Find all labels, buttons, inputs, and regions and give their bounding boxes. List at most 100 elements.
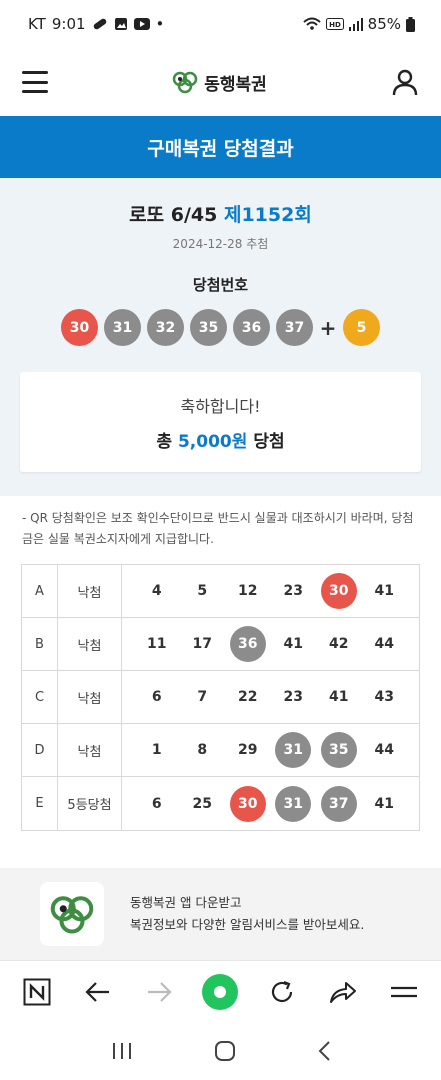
svg-text:HD: HD — [329, 21, 341, 29]
promo-line-1: 동행복권 앱 다운받고 — [130, 895, 242, 910]
user-icon[interactable] — [391, 68, 419, 96]
carrier-label: KT — [28, 15, 46, 33]
winning-numbers-label: 당첨번호 — [192, 276, 249, 294]
winning-ball: 32 — [147, 309, 184, 346]
signal-icon — [348, 18, 363, 31]
hamburger-icon[interactable] — [22, 71, 48, 93]
battery-icon — [406, 16, 415, 32]
total-suffix: 당첨 — [253, 431, 285, 452]
matched-number: 30 — [229, 785, 266, 822]
total-prize: 총 5,000원 당첨 — [156, 427, 284, 452]
ticket-number: 41 — [374, 795, 394, 812]
ticket-number: 44 — [374, 742, 394, 758]
draw-result-section: 로또 6/45 제1152회 2024-12-28 추첨 당첨번호 30 31 32… — [0, 178, 441, 496]
hd-icon: HD — [325, 18, 344, 30]
ticket-result: 낙첨 — [58, 565, 122, 617]
share-icon[interactable] — [323, 972, 363, 1012]
ticket-numbers: 6 25 30 31 37 41 — [122, 777, 419, 830]
matched-number: 37 — [320, 785, 357, 822]
ticket-number: 25 — [192, 795, 212, 812]
menu-lines-icon[interactable] — [384, 972, 424, 1012]
clover-logo-icon — [172, 71, 198, 94]
matched-number: 31 — [275, 732, 312, 768]
page-title: 구매복권 당첨결과 — [0, 116, 441, 178]
arrow-left-icon[interactable] — [78, 972, 118, 1012]
winning-ball: 31 — [104, 309, 141, 346]
ticket-result: 낙첨 — [58, 671, 122, 723]
ticket-number: 23 — [283, 689, 303, 705]
ticket-number: 29 — [238, 742, 258, 758]
back-icon[interactable] — [317, 1040, 331, 1062]
green-dot-icon[interactable] — [200, 972, 240, 1012]
ticket-number: 41 — [329, 689, 349, 705]
winning-ball: 37 — [276, 309, 313, 346]
naver-n-icon[interactable] — [17, 972, 57, 1012]
promo-text: 동행복권 앱 다운받고 복권정보와 다양한 알림서비스를 받아보세요. — [130, 892, 364, 936]
matched-number: 35 — [320, 732, 357, 768]
ticket-row: B 낙첨 11 17 36 41 42 44 — [22, 618, 419, 671]
ticket-number: 8 — [197, 742, 208, 758]
game-name: 로또 6/45 — [129, 204, 218, 226]
notification-dot: • — [155, 15, 165, 33]
system-nav-bar — [0, 1022, 441, 1080]
ticket-table: A 낙첨 4 5 12 23 30 41 B 낙첨 11 17 36 41 42 44 C 낙첨 6 7 22 23 41 4… — [21, 564, 420, 831]
qr-notice: - QR 당첨확인은 보조 확인수단이므로 반드시 실물과 대조하시기 바라며,… — [22, 511, 414, 546]
status-bar: KT 9:01 • HD 85% — [0, 0, 441, 48]
youtube-icon — [133, 18, 150, 30]
ticket-numbers: 1 8 29 31 35 44 — [122, 724, 419, 776]
winning-balls: 30 31 32 35 36 37 +5 — [20, 309, 421, 346]
ticket-number: 22 — [238, 689, 258, 705]
recent-apps-icon[interactable] — [111, 1041, 133, 1061]
clock: 9:01 — [51, 15, 86, 33]
ticket-game-label: C — [22, 671, 58, 723]
home-icon[interactable] — [214, 1040, 236, 1062]
gallery-icon — [114, 18, 127, 30]
ticket-result: 낙첨 — [58, 724, 122, 776]
plus-sign: + — [319, 315, 337, 340]
ticket-row: A 낙첨 4 5 12 23 30 41 — [22, 565, 419, 618]
draw-date: 2024-12-28 추첨 — [172, 237, 269, 251]
ticket-number: 42 — [329, 636, 349, 652]
status-right: HD 85% — [302, 15, 415, 33]
brand-name: 동행복권 — [204, 74, 267, 95]
ticket-number: 41 — [283, 636, 303, 652]
winning-ball: 30 — [61, 309, 98, 346]
ticket-numbers: 4 5 12 23 30 41 — [122, 565, 419, 617]
ticket-game-label: D — [22, 724, 58, 776]
ticket-game-label: A — [22, 565, 58, 617]
ticket-game-label: E — [22, 777, 58, 830]
app-header: 동행복권 — [0, 48, 441, 116]
prize-amount: 5,000원 — [177, 431, 248, 452]
matched-number: 30 — [320, 573, 357, 609]
ticket-numbers: 6 7 22 23 41 43 — [122, 671, 419, 723]
brand-logo[interactable]: 동행복권 — [172, 70, 267, 95]
app-promo-banner[interactable]: 동행복권 앱 다운받고 복권정보와 다양한 알림서비스를 받아보세요. — [0, 868, 441, 960]
browser-toolbar — [0, 960, 441, 1022]
winning-ball: 36 — [233, 309, 270, 346]
ticket-number: 43 — [374, 689, 394, 705]
ticket-number: 6 — [151, 689, 162, 705]
clover-logo-icon — [50, 896, 94, 934]
congrats-message: 축하합니다! — [180, 396, 261, 416]
arrow-right-icon[interactable] — [139, 972, 179, 1012]
round-number: 제1152회 — [223, 204, 312, 226]
pill-icon — [93, 18, 106, 30]
ticket-number: 12 — [238, 583, 258, 599]
ticket-number: 41 — [374, 583, 394, 599]
ticket-number: 44 — [374, 636, 394, 652]
round-title: 로또 6/45 제1152회 — [20, 200, 421, 227]
reload-icon[interactable] — [262, 972, 302, 1012]
ticket-number: 4 — [151, 583, 162, 599]
result-card: 축하합니다! 총 5,000원 당첨 — [20, 372, 421, 472]
wifi-icon — [302, 17, 321, 30]
promo-logo — [40, 882, 104, 946]
ticket-number: 17 — [192, 636, 212, 652]
ticket-row: E 5등당첨 6 25 30 31 37 41 — [22, 777, 419, 830]
ticket-result: 5등당첨 — [58, 777, 122, 830]
matched-number: 31 — [275, 785, 312, 822]
ticket-number: 1 — [151, 742, 162, 758]
ticket-game-label: B — [22, 618, 58, 670]
bonus-ball: 5 — [343, 309, 380, 346]
matched-number: 36 — [229, 626, 266, 662]
ticket-row: C 낙첨 6 7 22 23 41 43 — [22, 671, 419, 724]
